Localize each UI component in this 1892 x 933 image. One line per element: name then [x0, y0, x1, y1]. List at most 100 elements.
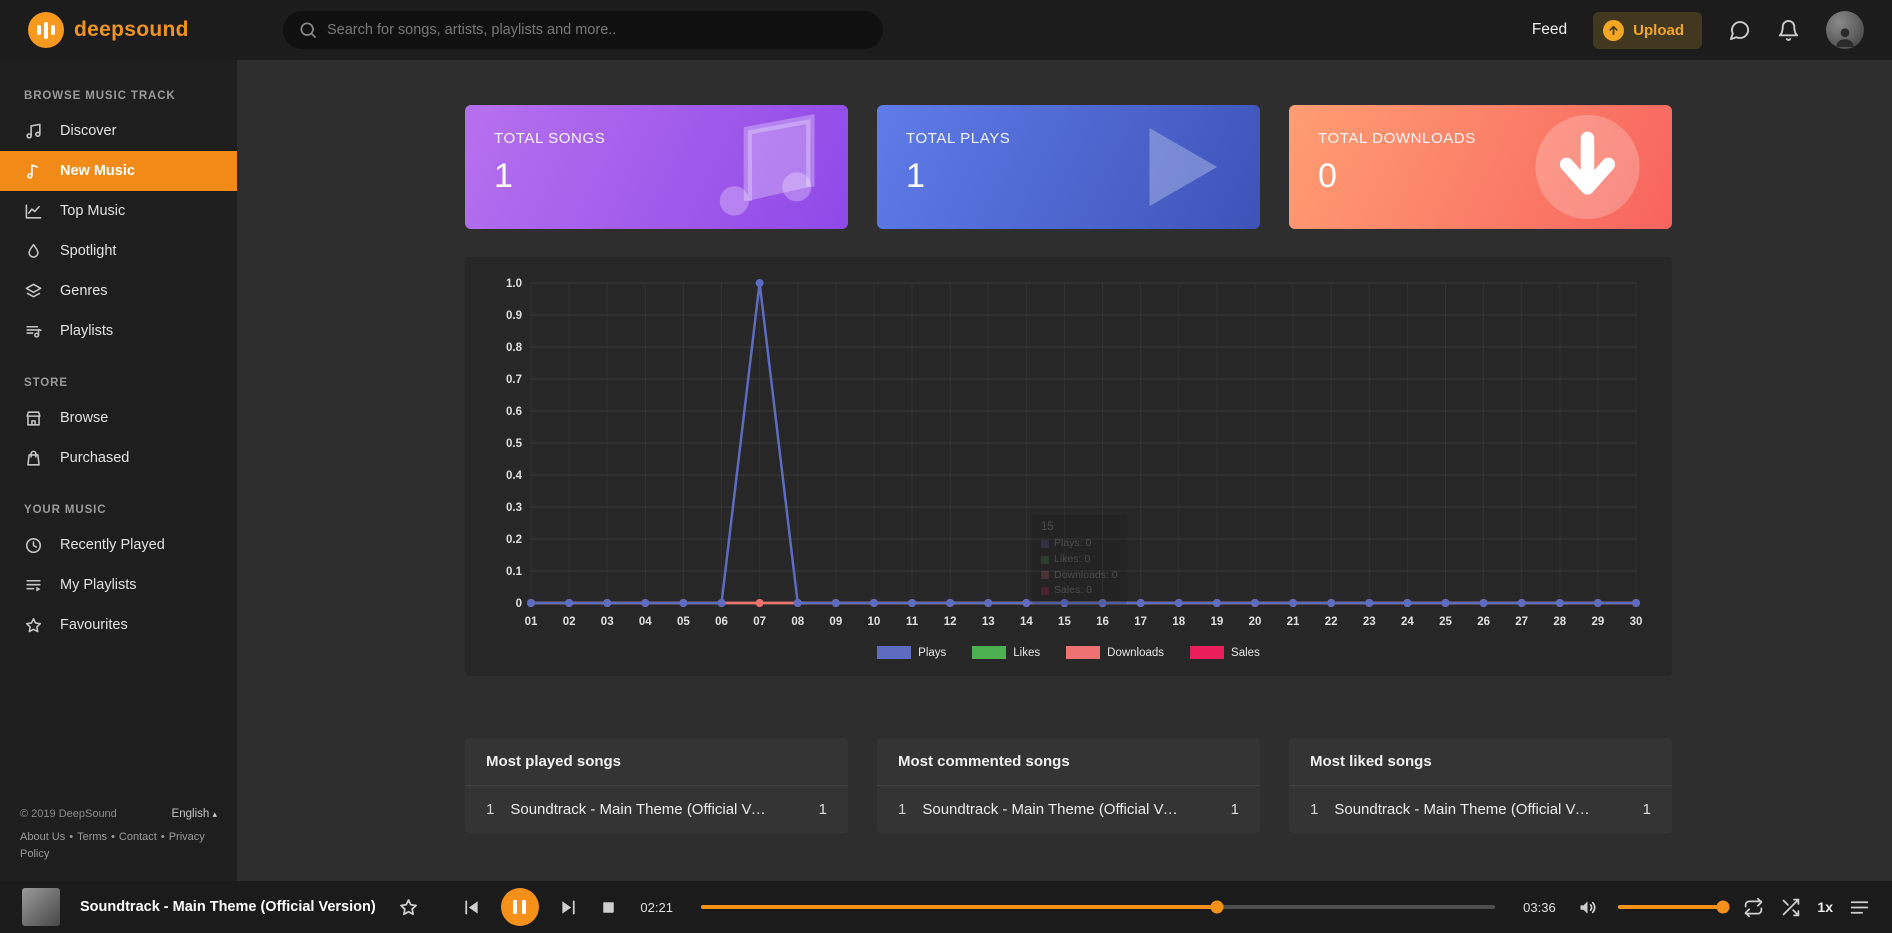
sidebar-item-playlists[interactable]: Playlists — [0, 311, 237, 351]
search-input[interactable] — [283, 11, 883, 49]
sidebar-footer: © 2019 DeepSound English ▴ About Us • Term… — [0, 796, 237, 881]
sidebar-item-label: Browse — [60, 410, 109, 426]
upload-button[interactable]: Upload — [1593, 11, 1702, 49]
dot-separator: • — [69, 830, 74, 843]
upload-label: Upload — [1633, 21, 1684, 39]
stop-icon[interactable] — [598, 897, 619, 918]
next-track-icon[interactable] — [558, 897, 579, 918]
sidebar-item-label: Favourites — [60, 617, 128, 633]
playback-controls — [461, 888, 619, 926]
svg-text:15: 15 — [1058, 616, 1071, 628]
svg-text:0.1: 0.1 — [506, 566, 523, 578]
sidebar-item-label: Playlists — [60, 323, 114, 339]
section-title-store: STORE — [24, 377, 68, 389]
svg-text:29: 29 — [1591, 616, 1604, 628]
svg-text:25: 25 — [1439, 616, 1452, 628]
legend-plays[interactable]: Plays — [877, 646, 946, 659]
topbar-actions: Feed Upload — [1532, 11, 1864, 49]
svg-text:08: 08 — [791, 616, 804, 628]
progress-knob[interactable] — [1210, 900, 1224, 914]
legend-downloads[interactable]: Downloads — [1066, 646, 1164, 659]
sidebar-item-label: Purchased — [60, 450, 130, 466]
rank: 1 — [1310, 801, 1319, 818]
svg-text:0.5: 0.5 — [506, 438, 523, 450]
music-note-icon — [719, 114, 815, 216]
total-time: 03:36 — [1523, 899, 1556, 915]
sidebar-item-label: Discover — [60, 123, 117, 139]
volume-slider[interactable] — [1618, 900, 1730, 914]
svg-text:05: 05 — [677, 616, 690, 628]
favourite-star-icon[interactable] — [398, 897, 419, 918]
pause-button[interactable] — [500, 888, 539, 926]
logo-icon — [28, 12, 64, 48]
list-item[interactable]: 1 Soundtrack - Main Theme (Official Vers… — [877, 786, 1260, 833]
svg-text:01: 01 — [525, 616, 538, 628]
svg-text:0.4: 0.4 — [506, 470, 523, 482]
sidebar-item-purchased[interactable]: Purchased — [0, 438, 237, 478]
sidebar-item-my-playlists[interactable]: My Playlists — [0, 565, 237, 605]
track-thumbnail[interactable] — [22, 888, 60, 926]
sidebar-item-recently-played[interactable]: Recently Played — [0, 525, 237, 565]
svg-text:02: 02 — [563, 616, 576, 628]
legend-sales[interactable]: Sales — [1190, 646, 1260, 659]
sidebar-item-new-music[interactable]: New Music — [0, 151, 237, 191]
svg-text:26: 26 — [1477, 616, 1490, 628]
app-logo[interactable]: deepsound — [28, 12, 283, 48]
sidebar-item-discover[interactable]: Discover — [0, 111, 237, 151]
elapsed-time: 02:21 — [640, 899, 673, 915]
previous-track-icon[interactable] — [461, 897, 482, 918]
messages-icon[interactable] — [1728, 19, 1751, 42]
list-item[interactable]: 1 Soundtrack - Main Theme (Official Vers… — [465, 786, 848, 833]
svg-text:06: 06 — [715, 616, 728, 628]
volume-knob[interactable] — [1716, 900, 1730, 914]
notifications-icon[interactable] — [1777, 19, 1800, 42]
footer-link-contact[interactable]: Contact — [119, 831, 157, 843]
sidebar-item-favourites[interactable]: Favourites — [0, 605, 237, 645]
volume-fill — [1618, 905, 1724, 909]
sidebar-item-label: Top Music — [60, 203, 126, 219]
upload-arrow-icon — [1603, 19, 1625, 41]
top-lists-row: Most played songs 1 Soundtrack - Main Th… — [465, 738, 1672, 833]
progress-bar[interactable] — [700, 900, 1496, 914]
rank: 1 — [898, 801, 907, 818]
logo-text: deepsound — [74, 18, 189, 41]
sidebar-item-browse[interactable]: Browse — [0, 398, 237, 438]
stat-card-total-plays: TOTAL PLAYS 1 — [877, 105, 1260, 229]
legend-likes[interactable]: Likes — [972, 646, 1040, 659]
sidebar-item-top-music[interactable]: Top Music — [0, 191, 237, 231]
layers-icon — [25, 283, 42, 297]
language-selector[interactable]: English ▴ — [172, 808, 217, 820]
progress-fill — [700, 905, 1218, 909]
history-icon — [25, 537, 42, 553]
volume-icon[interactable] — [1577, 897, 1598, 918]
footer-link-terms[interactable]: Terms — [77, 831, 107, 843]
feed-link[interactable]: Feed — [1532, 21, 1567, 39]
song-title: Soundtrack - Main Theme (Official Versio… — [1334, 801, 1593, 818]
sidebar-item-genres[interactable]: Genres — [0, 271, 237, 311]
list-item[interactable]: 1 Soundtrack - Main Theme (Official Vers… — [1289, 786, 1672, 833]
svg-text:09: 09 — [829, 616, 842, 628]
footer-link-about[interactable]: About Us — [20, 831, 65, 843]
list-play-icon — [26, 579, 41, 591]
user-avatar[interactable] — [1826, 11, 1864, 49]
svg-text:11: 11 — [906, 616, 919, 628]
song-title: Soundtrack - Main Theme (Official Versio… — [510, 801, 769, 818]
music-notes-icon — [26, 123, 41, 139]
svg-text:1.0: 1.0 — [506, 278, 522, 290]
topbar: deepsound Feed Upload — [0, 0, 1892, 60]
playlist-icon — [26, 325, 42, 338]
repeat-icon[interactable] — [1743, 897, 1764, 918]
sidebar-item-spotlight[interactable]: Spotlight — [0, 231, 237, 271]
list-title: Most liked songs — [1289, 738, 1672, 786]
svg-text:17: 17 — [1134, 616, 1147, 628]
svg-text:04: 04 — [639, 616, 652, 628]
shuffle-icon[interactable] — [1780, 897, 1801, 918]
most-commented-card: Most commented songs 1 Soundtrack - Main… — [877, 738, 1260, 833]
playback-speed[interactable]: 1x — [1817, 899, 1833, 915]
bag-icon — [27, 450, 40, 466]
sidebar-item-label: Recently Played — [60, 537, 165, 553]
song-count: 1 — [818, 801, 827, 818]
search-bar — [283, 11, 883, 49]
queue-icon[interactable] — [1849, 897, 1870, 918]
song-count: 1 — [1642, 801, 1651, 818]
